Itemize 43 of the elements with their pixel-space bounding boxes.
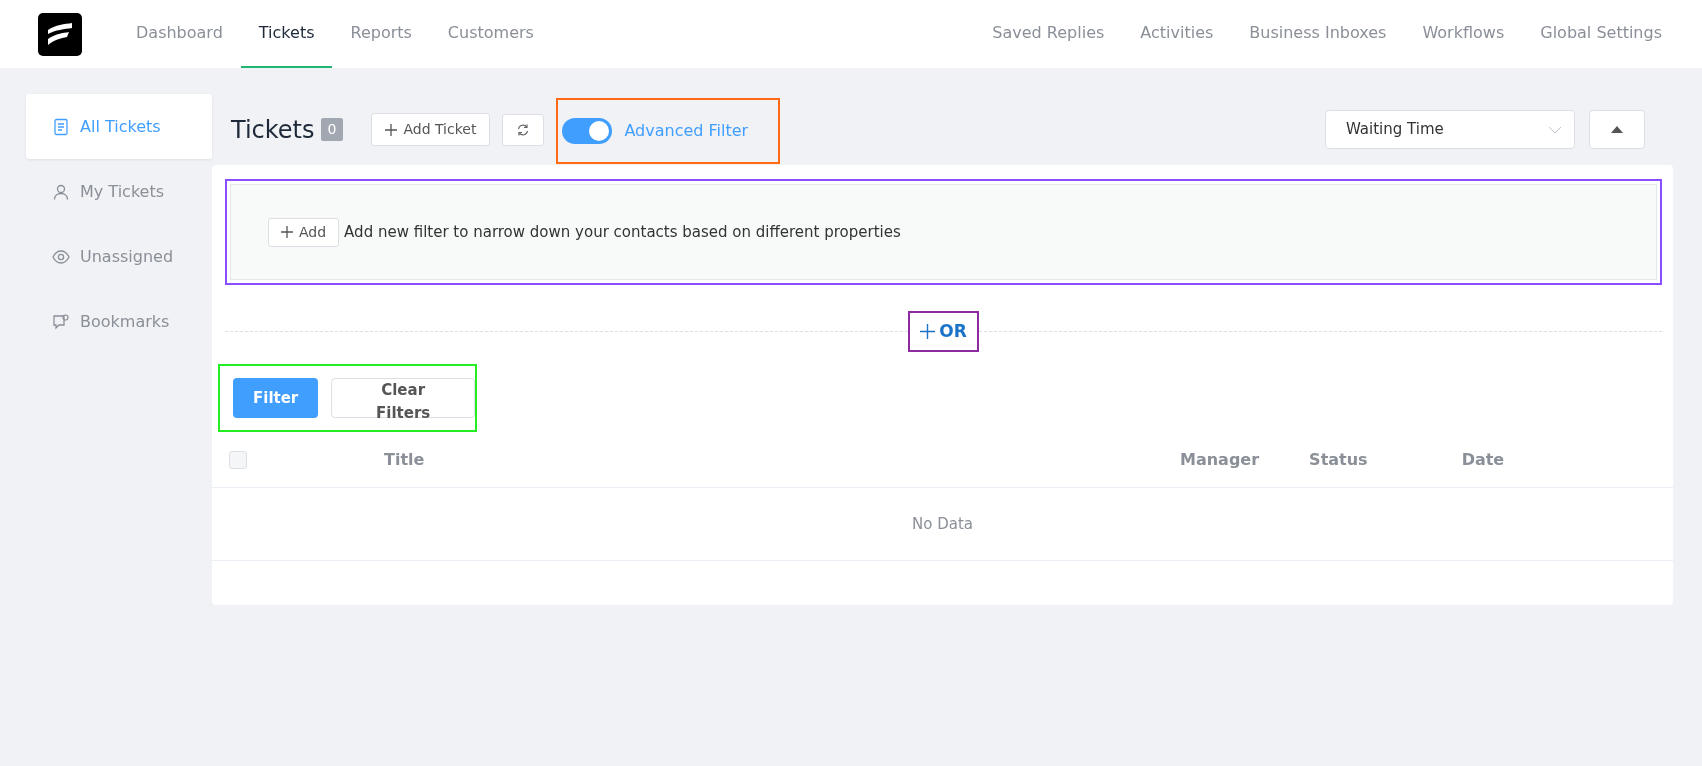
add-filter-button[interactable]: Add	[268, 217, 340, 247]
sidebar-item[interactable]: Unassigned	[26, 224, 212, 289]
toggle-label: Advanced Filter	[624, 119, 749, 142]
speech-bubble-icon	[52, 312, 70, 331]
column-header: Date	[1461, 448, 1505, 471]
empty-message: No Data	[212, 488, 1673, 561]
plus-icon	[281, 226, 293, 238]
sidebar-item[interactable]: My Tickets	[26, 159, 212, 224]
filter-hint: Add new filter to narrow down your contacts based on different properties	[344, 221, 901, 243]
nav-tab[interactable]: Customers	[429, 0, 552, 68]
count-badge: 0	[320, 118, 344, 141]
sidebar-item[interactable]: Bookmarks	[26, 289, 212, 354]
nav-link[interactable]: Activities	[1122, 0, 1232, 68]
caret-up-icon	[1611, 126, 1623, 133]
nav-link[interactable]: Business Inboxes	[1231, 0, 1405, 68]
nav-link[interactable]: Workflows	[1404, 0, 1523, 68]
nav-link[interactable]: Global Settings	[1522, 0, 1680, 68]
clear-filters-button[interactable]: Clear Filters	[331, 378, 475, 418]
document-icon	[52, 117, 70, 136]
plus-icon	[385, 123, 398, 136]
eye-icon	[52, 247, 70, 266]
refresh-icon	[516, 122, 531, 137]
page-title: Tickets	[231, 114, 315, 146]
nav-tab[interactable]: Reports	[332, 0, 430, 68]
nav-link[interactable]: Saved Replies	[974, 0, 1123, 68]
sort-select[interactable]: Waiting Time	[1325, 110, 1575, 149]
plus-icon	[920, 324, 936, 339]
nav-tab[interactable]: Tickets	[240, 0, 333, 68]
filter-button[interactable]: Filter	[233, 378, 319, 418]
chevron-down-icon	[1548, 125, 1562, 134]
column-header: Manager	[1180, 448, 1260, 471]
sort-order-button[interactable]	[1589, 110, 1645, 149]
checkbox[interactable]	[229, 450, 247, 469]
logo-icon	[38, 12, 82, 56]
sidebar-item[interactable]: All Tickets	[26, 94, 212, 159]
person-icon	[52, 182, 70, 201]
column-header: Title	[384, 448, 426, 471]
nav-tab[interactable]: Dashboard	[118, 0, 241, 68]
column-header: Status	[1309, 448, 1368, 471]
toggle-switch[interactable]	[562, 117, 613, 144]
refresh-button[interactable]	[502, 113, 545, 146]
add-ticket-button[interactable]: Add Ticket	[371, 113, 491, 146]
add-or-group-button[interactable]: OR	[908, 310, 979, 353]
